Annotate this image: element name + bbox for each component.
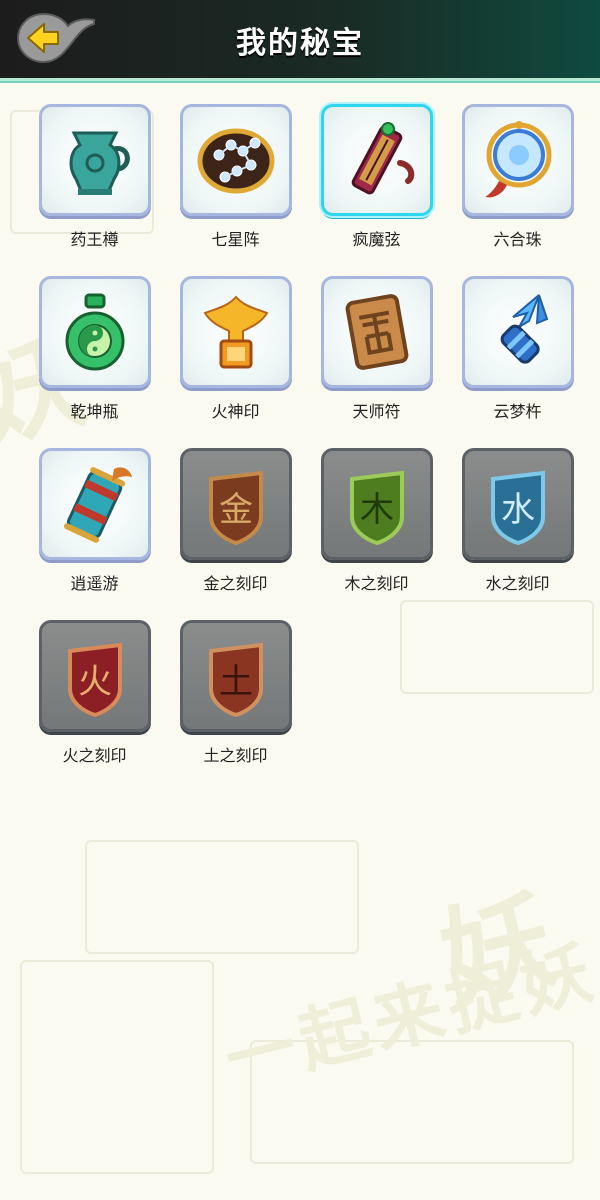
treasure-item-huo-seal[interactable]: 火 火之刻印 [24,620,165,766]
treasure-card[interactable] [179,276,292,388]
treasure-label: 疯魔弦 [352,230,401,249]
treasure-label: 药王樽 [70,230,119,249]
treasure-label: 七星阵 [211,230,260,249]
svg-text:木: 木 [360,490,394,530]
treasure-grid: 药王樽 七星阵 疯魔弦 六合珠 乾坤瓶 火神印 天师符 云梦杵 逍遥游 金 金之… [24,104,584,766]
metal-rune-shield-icon: 金 [208,470,263,546]
earth-rune-shield-icon: 土 [208,642,263,718]
treasure-card[interactable] [320,276,433,388]
svg-text:水: 水 [501,490,535,530]
treasure-label: 天师符 [352,402,401,421]
orb-ring-icon [484,121,551,198]
svg-text:金: 金 [219,490,253,530]
top-bar: 我的秘宝 [0,0,600,81]
yin-yang-bottle-icon [65,293,124,371]
svg-text:土: 土 [219,662,253,702]
treasure-card[interactable] [461,276,574,388]
treasure-card[interactable] [179,104,292,216]
svg-text:火: 火 [78,662,112,702]
treasure-card-locked[interactable]: 金 [179,448,292,560]
treasure-item-tu-seal[interactable]: 土 土之刻印 [165,620,306,766]
crimson-scroll-icon [351,122,414,195]
treasure-card-locked[interactable]: 水 [461,448,574,560]
blue-crystal-pestle-icon [500,294,548,364]
treasure-label: 六合珠 [493,230,542,249]
treasure-item-jin-seal[interactable]: 金 金之刻印 [165,448,306,594]
treasure-card-locked[interactable]: 火 [38,620,151,732]
treasure-item-xiaoyaoyou[interactable]: 逍遥游 [24,448,165,594]
jade-vessel-icon [69,131,130,195]
treasure-card[interactable] [38,104,151,216]
treasure-item-yunmengchu[interactable]: 云梦杵 [447,276,588,422]
treasure-label: 乾坤瓶 [70,402,119,421]
treasure-label: 火神印 [211,402,260,421]
treasure-card-locked[interactable]: 土 [179,620,292,732]
treasure-label: 火之刻印 [62,746,127,765]
treasure-item-qixingzhen[interactable]: 七星阵 [165,104,306,250]
treasure-label: 木之刻印 [344,574,409,593]
treasure-item-fengmoxian[interactable]: 疯魔弦 [306,104,447,250]
scroll-roll-icon [63,467,132,543]
treasure-item-qiankunping[interactable]: 乾坤瓶 [24,276,165,422]
treasure-card[interactable] [461,104,574,216]
phoenix-seal-icon [203,295,268,369]
treasure-card-selected[interactable] [320,104,433,216]
treasure-label: 云梦杵 [493,402,542,421]
treasure-item-tianshifu[interactable]: 天师符 [306,276,447,422]
treasure-item-liuhezhu[interactable]: 六合珠 [447,104,588,250]
page-title: 我的秘宝 [236,27,364,60]
treasure-item-yaowangzun[interactable]: 药王樽 [24,104,165,250]
talisman-tablet-icon [345,294,408,370]
treasure-card[interactable] [38,276,151,388]
treasure-label: 金之刻印 [203,574,268,593]
seven-star-disc-icon [197,128,274,194]
treasure-item-mu-seal[interactable]: 木 木之刻印 [306,448,447,594]
wood-rune-shield-icon: 木 [349,470,404,546]
treasure-label: 逍遥游 [70,574,119,593]
treasure-card-locked[interactable]: 木 [320,448,433,560]
fire-rune-shield-icon: 火 [67,642,122,718]
treasure-item-huoshenyin[interactable]: 火神印 [165,276,306,422]
treasure-card[interactable] [38,448,151,560]
treasure-label: 水之刻印 [485,574,550,593]
water-rune-shield-icon: 水 [490,470,545,546]
treasure-label: 土之刻印 [203,746,268,765]
treasure-item-shui-seal[interactable]: 水 水之刻印 [447,448,588,594]
